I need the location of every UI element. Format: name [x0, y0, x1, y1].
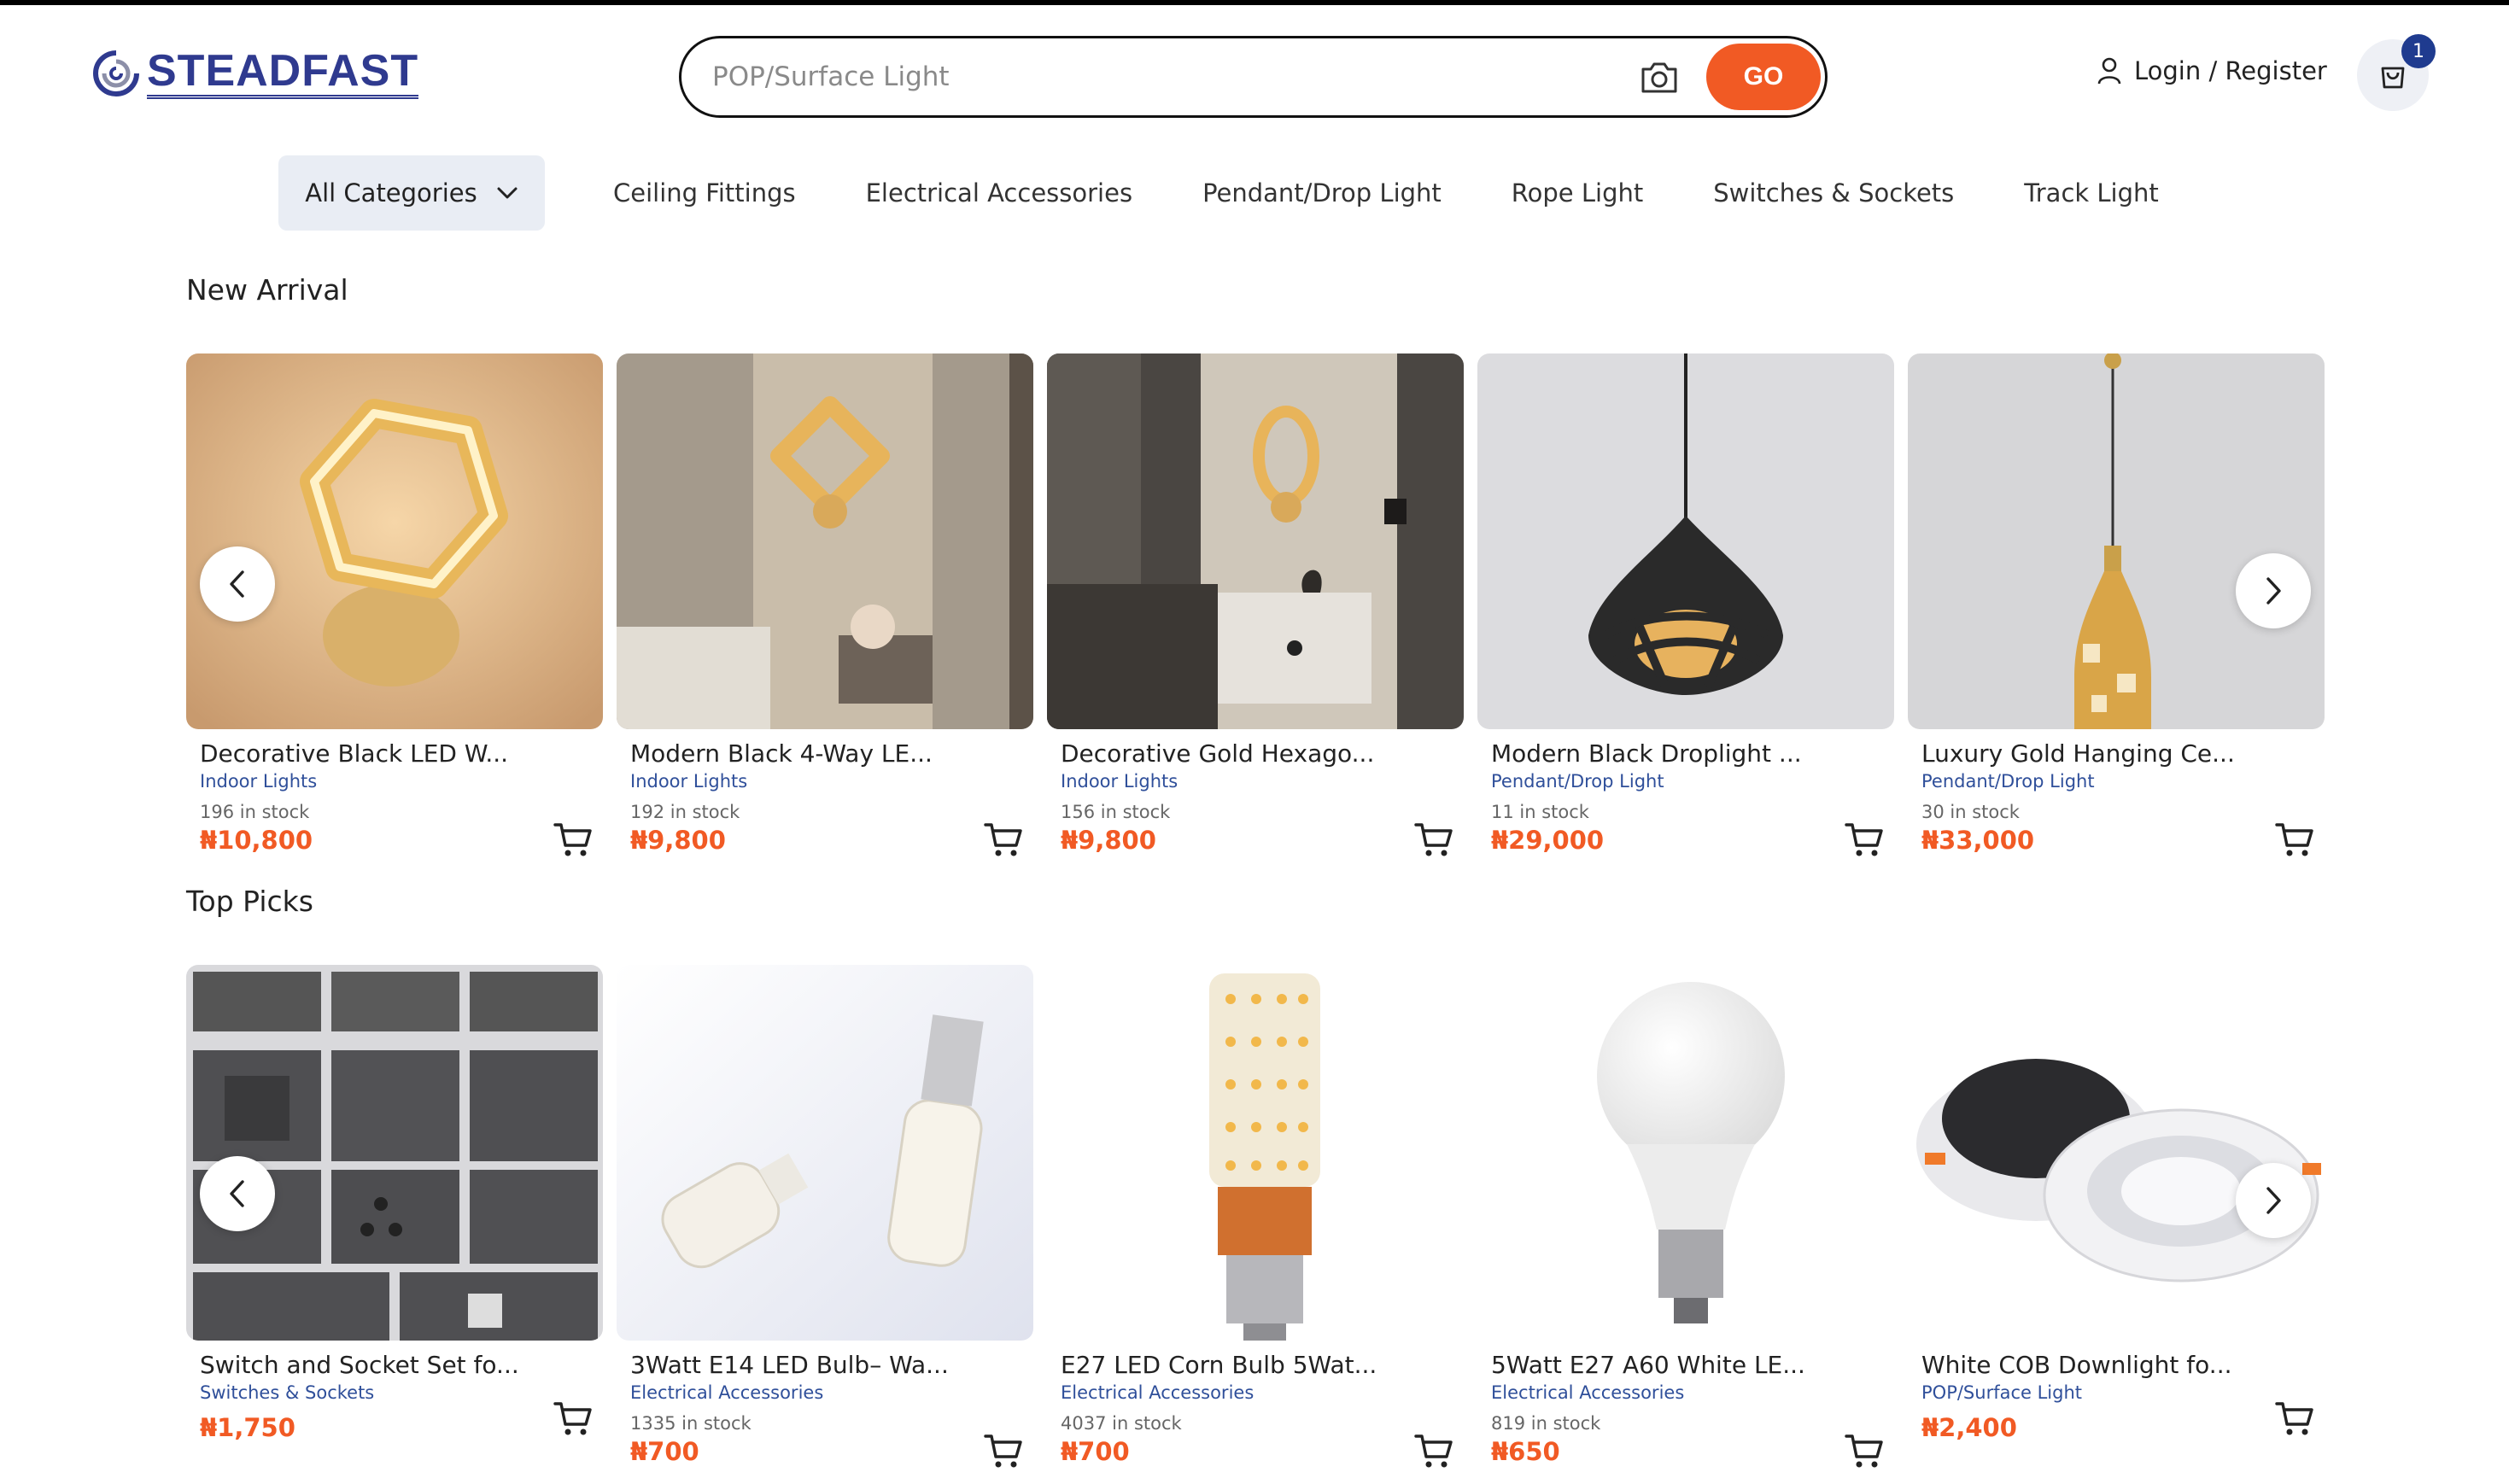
chevron-right-icon	[2266, 577, 2281, 605]
shopping-bag-icon	[2381, 67, 2405, 89]
add-to-cart-icon[interactable]	[1845, 1433, 1884, 1470]
product-price: ₦1,750	[200, 1413, 295, 1442]
product-image[interactable]	[1477, 353, 1894, 729]
search-input[interactable]	[712, 38, 1617, 115]
product-price: ₦700	[630, 1437, 699, 1466]
all-categories-dropdown[interactable]: All Categories	[278, 155, 545, 231]
top-picks-title: Top Picks	[186, 885, 313, 918]
product-price: ₦10,800	[200, 826, 313, 855]
product-category[interactable]: Indoor Lights	[617, 771, 1033, 792]
carousel-next-button[interactable]	[2236, 1163, 2311, 1238]
product-category[interactable]: Electrical Accessories	[1477, 1382, 1894, 1403]
product-price: ₦9,800	[1061, 826, 1156, 855]
add-to-cart-icon[interactable]	[553, 1400, 593, 1438]
product-stock: 11 in stock	[1491, 802, 1589, 822]
product-name[interactable]: Modern Black Droplight ...	[1477, 739, 1894, 768]
product-image[interactable]	[617, 353, 1033, 729]
chevron-left-icon	[230, 570, 244, 598]
carousel-prev-button[interactable]	[200, 546, 275, 622]
product-stock: 4037 in stock	[1061, 1413, 1182, 1434]
product-card[interactable]: 5Watt E27 A60 White LE... Electrical Acc…	[1477, 965, 1894, 1468]
chevron-left-icon	[230, 1180, 244, 1207]
product-image[interactable]	[186, 353, 603, 729]
product-name[interactable]: 3Watt E14 LED Bulb– Wa...	[617, 1351, 1033, 1379]
add-to-cart-icon[interactable]	[984, 821, 1023, 859]
product-card[interactable]: Decorative Gold Hexago... Indoor Lights …	[1047, 353, 1464, 856]
product-image[interactable]	[1908, 965, 2325, 1341]
product-name[interactable]: Luxury Gold Hanging Ce...	[1908, 739, 2325, 768]
search-bar: GO	[679, 36, 1828, 118]
product-image[interactable]	[617, 965, 1033, 1341]
top-border	[0, 0, 2509, 5]
product-name[interactable]: White COB Downlight fo...	[1908, 1351, 2325, 1379]
product-name[interactable]: Decorative Gold Hexago...	[1047, 739, 1464, 768]
product-image[interactable]	[1908, 353, 2325, 729]
chevron-down-icon	[497, 187, 518, 199]
product-image[interactable]	[1477, 965, 1894, 1341]
product-category[interactable]: Indoor Lights	[1047, 771, 1464, 792]
category-nav: All Categories Ceiling Fittings Electric…	[278, 155, 2159, 231]
product-stock: 30 in stock	[1921, 802, 2020, 822]
all-categories-label: All Categories	[305, 178, 477, 207]
product-name[interactable]: Modern Black 4-Way LE...	[617, 739, 1033, 768]
product-price: ₦650	[1491, 1437, 1560, 1466]
product-card[interactable]: E27 LED Corn Bulb 5Wat... Electrical Acc…	[1047, 965, 1464, 1468]
add-to-cart-icon[interactable]	[1845, 821, 1884, 859]
brand-logo[interactable]: STEADFAST	[91, 43, 419, 104]
product-stock: 819 in stock	[1491, 1413, 1601, 1434]
category-switches-sockets[interactable]: Switches & Sockets	[1713, 178, 1954, 207]
product-stock: 1335 in stock	[630, 1413, 752, 1434]
product-category[interactable]: Electrical Accessories	[617, 1382, 1033, 1403]
product-image[interactable]	[1047, 353, 1464, 729]
category-rope-light[interactable]: Rope Light	[1512, 178, 1643, 207]
product-stock: 156 in stock	[1061, 802, 1171, 822]
product-card[interactable]: Modern Black 4-Way LE... Indoor Lights 1…	[617, 353, 1033, 856]
product-name[interactable]: 5Watt E27 A60 White LE...	[1477, 1351, 1894, 1379]
add-to-cart-icon[interactable]	[1414, 821, 1453, 859]
product-category[interactable]: Electrical Accessories	[1047, 1382, 1464, 1403]
category-electrical-accessories[interactable]: Electrical Accessories	[866, 178, 1132, 207]
product-price: ₦700	[1061, 1437, 1130, 1466]
product-image[interactable]	[1047, 965, 1464, 1341]
product-card[interactable]: 3Watt E14 LED Bulb– Wa... Electrical Acc…	[617, 965, 1033, 1468]
product-stock: 192 in stock	[630, 802, 740, 822]
cart-count-badge: 1	[2401, 34, 2436, 68]
category-ceiling-fittings[interactable]: Ceiling Fittings	[613, 178, 796, 207]
product-price: ₦2,400	[1921, 1413, 2017, 1442]
product-card[interactable]: Modern Black Droplight ... Pendant/Drop …	[1477, 353, 1894, 856]
carousel-prev-button[interactable]	[200, 1156, 275, 1231]
product-price: ₦33,000	[1921, 826, 2035, 855]
add-to-cart-icon[interactable]	[1414, 1433, 1453, 1470]
product-category[interactable]: Indoor Lights	[186, 771, 603, 792]
swirl-logo-icon	[93, 50, 139, 96]
camera-icon[interactable]	[1640, 59, 1679, 95]
add-to-cart-icon[interactable]	[2275, 1400, 2314, 1438]
new-arrival-row: Decorative Black LED W... Indoor Lights …	[186, 353, 2325, 909]
product-name[interactable]: E27 LED Corn Bulb 5Wat...	[1047, 1351, 1464, 1379]
brand-name: STEADFAST	[147, 49, 419, 99]
login-register-label: Login / Register	[2134, 56, 2327, 85]
product-category[interactable]: Pendant/Drop Light	[1477, 771, 1894, 792]
login-register-link[interactable]: Login / Register	[2097, 56, 2327, 85]
user-icon	[2097, 57, 2121, 85]
add-to-cart-icon[interactable]	[553, 821, 593, 859]
new-arrival-title: New Arrival	[186, 273, 348, 307]
product-price: ₦9,800	[630, 826, 726, 855]
chevron-right-icon	[2266, 1187, 2281, 1214]
product-price: ₦29,000	[1491, 826, 1605, 855]
product-category[interactable]: POP/Surface Light	[1908, 1382, 2325, 1403]
product-stock: 196 in stock	[200, 802, 310, 822]
product-name[interactable]: Switch and Socket Set fo...	[186, 1351, 603, 1379]
category-track-light[interactable]: Track Light	[2024, 178, 2158, 207]
search-go-button[interactable]: GO	[1706, 44, 1821, 110]
product-image[interactable]	[186, 965, 603, 1341]
category-pendant-drop-light[interactable]: Pendant/Drop Light	[1202, 178, 1442, 207]
product-category[interactable]: Switches & Sockets	[186, 1382, 603, 1403]
add-to-cart-icon[interactable]	[984, 1433, 1023, 1470]
product-name[interactable]: Decorative Black LED W...	[186, 739, 603, 768]
product-category[interactable]: Pendant/Drop Light	[1908, 771, 2325, 792]
top-picks-row: Switch and Socket Set fo... Switches & S…	[186, 965, 2325, 1484]
add-to-cart-icon[interactable]	[2275, 821, 2314, 859]
carousel-next-button[interactable]	[2236, 553, 2311, 628]
